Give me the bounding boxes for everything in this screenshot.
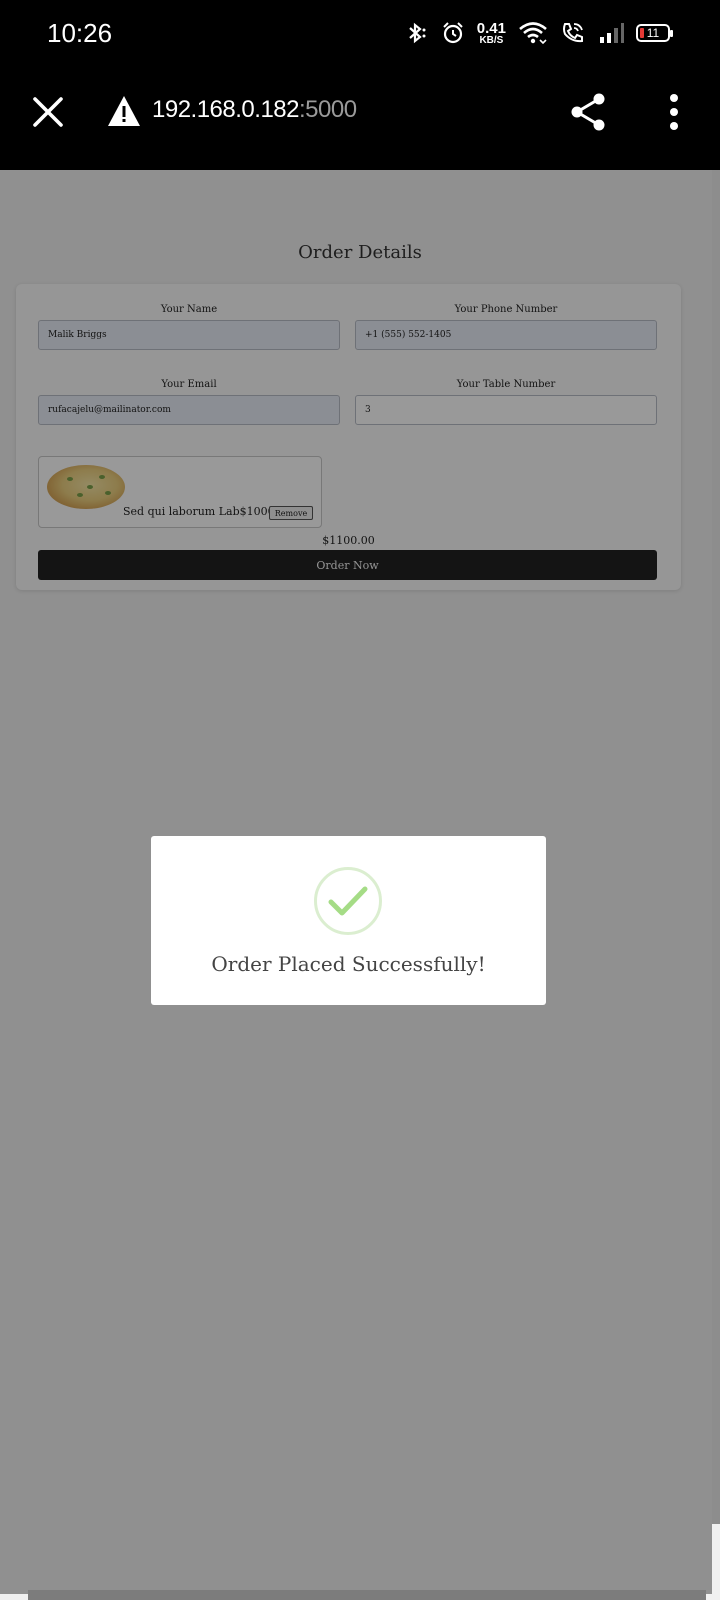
url-host: 192.168.0.182 (152, 96, 299, 123)
share-icon (571, 93, 605, 131)
success-message: Order Placed Successfully! (211, 952, 486, 976)
url-port: :5000 (298, 96, 357, 123)
status-icons: 0.41 KB/S 11 (403, 20, 673, 46)
network-speed-value: 0.41 (476, 19, 506, 37)
signal-icon (598, 21, 624, 45)
more-options-button[interactable] (660, 92, 688, 132)
browser-toolbar: 192.168.0.182:5000 (0, 70, 720, 170)
success-dialog: Order Placed Successfully! (151, 836, 546, 1005)
wifi-icon (518, 20, 548, 46)
status-time: 10:26 (47, 18, 113, 48)
alarm-icon (441, 21, 465, 45)
close-icon (33, 97, 63, 127)
battery-icon: 11 (636, 24, 673, 42)
network-speed-unit: KB/S (479, 34, 504, 46)
address-bar[interactable]: 192.168.0.182:5000 (152, 96, 357, 124)
close-button[interactable] (30, 94, 66, 130)
warning-icon[interactable] (106, 94, 142, 128)
share-button[interactable] (568, 92, 608, 132)
battery-level: 11 (646, 26, 660, 40)
more-vert-icon (670, 94, 678, 130)
vertical-scrollbar[interactable] (712, 170, 720, 1524)
status-bar: 10:26 0.41 KB/S 11 (0, 0, 720, 70)
network-speed: 0.41 KB/S (477, 21, 506, 46)
bluetooth-icon (403, 20, 429, 46)
horizontal-scrollbar[interactable] (28, 1590, 706, 1600)
wifi-call-icon (560, 20, 586, 46)
success-check-icon (314, 867, 382, 935)
